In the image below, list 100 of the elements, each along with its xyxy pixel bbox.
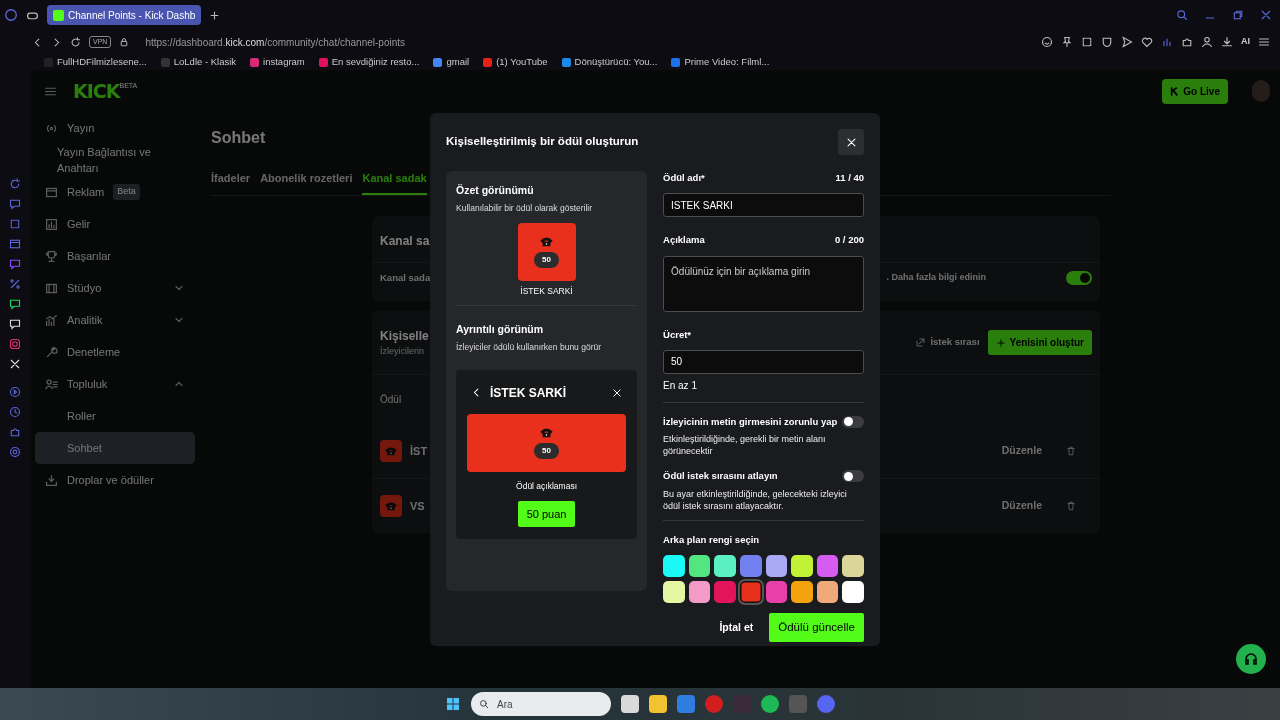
color-swatch[interactable] — [816, 555, 839, 578]
sidebar-item[interactable]: Topluluk — [35, 368, 195, 400]
favicon-icon — [318, 57, 328, 67]
smiley-icon[interactable] — [1041, 36, 1053, 48]
textarea-field[interactable]: Ödülünüz için bir açıklama girin — [663, 255, 864, 312]
address-bar[interactable]: https://dashboard.kick.com/community/chat/channel-points — [145, 34, 405, 50]
color-swatch[interactable] — [765, 555, 788, 578]
circle-logo-icon[interactable] — [4, 8, 18, 22]
color-swatch[interactable] — [842, 581, 864, 604]
color-swatch[interactable] — [663, 581, 685, 604]
logo[interactable]: KICK — [73, 76, 120, 106]
bookmark-link[interactable]: Prime Video: Filml... — [684, 54, 770, 70]
color-swatch[interactable] — [791, 581, 813, 604]
toggle-switch[interactable] — [842, 470, 864, 483]
color-swatch[interactable] — [816, 581, 839, 604]
color-swatch[interactable] — [765, 581, 788, 604]
tab[interactable]: Kanal sadak — [362, 170, 427, 195]
sidebar-item[interactable]: Yayın Bağlantısı ve Anahtarı — [35, 144, 195, 176]
sidebar-item[interactable]: Sohbet — [35, 432, 195, 464]
sidebar-item[interactable]: Yayın — [35, 112, 195, 144]
go-live-button[interactable]: Go Live — [1162, 78, 1228, 104]
tab[interactable]: Abonelik rozetleri — [260, 170, 353, 195]
clock-icon[interactable] — [9, 406, 21, 418]
sidebar-item[interactable]: Droplar ve ödüller — [35, 464, 195, 496]
color-swatch[interactable] — [791, 555, 813, 578]
color-swatch[interactable] — [663, 555, 685, 578]
sidebar-item[interactable]: Denetleme — [35, 336, 195, 368]
search-icon[interactable] — [1176, 9, 1188, 21]
favicon-icon — [250, 57, 260, 67]
telephone-icon — [540, 426, 553, 440]
color-swatch[interactable] — [688, 581, 711, 604]
edit-link[interactable]: Düzenle — [1001, 442, 1042, 459]
field-label: Açıklama — [663, 233, 705, 248]
camera-icon[interactable] — [9, 338, 21, 350]
app-icon[interactable] — [761, 695, 779, 713]
trash-icon[interactable] — [1066, 500, 1076, 511]
app-icon[interactable] — [621, 695, 639, 713]
telephone-icon — [385, 444, 397, 457]
toggle-switch[interactable] — [1066, 270, 1092, 285]
color-swatch[interactable] — [714, 581, 736, 604]
x-letter-icon[interactable] — [9, 358, 21, 370]
bookmark-link[interactable]: FullHDFilmizlesene... — [57, 54, 147, 70]
trash-icon[interactable] — [1066, 445, 1076, 456]
card-text: Kanal sada — [380, 270, 431, 285]
create-button[interactable]: Yenisini oluştur — [987, 330, 1092, 355]
person-icon[interactable] — [1201, 36, 1213, 48]
telephone-icon — [540, 235, 553, 248]
new-tab-icon[interactable] — [209, 9, 221, 21]
color-swatch[interactable] — [842, 555, 864, 578]
bookmark-link[interactable]: (1) YouTube — [496, 54, 548, 70]
percent-icon[interactable] — [9, 278, 21, 290]
bookmark-link[interactable]: gmail — [446, 54, 470, 70]
points-button[interactable]: 50 puan — [517, 500, 576, 527]
pin-icon[interactable] — [1061, 36, 1073, 48]
tab[interactable]: İfadeler — [211, 170, 251, 195]
search-field[interactable]: Ara — [471, 692, 611, 716]
chat-icon[interactable] — [9, 298, 21, 310]
toggle-switch[interactable] — [842, 415, 864, 428]
play-icon[interactable] — [9, 386, 21, 398]
windows-logo-icon[interactable] — [445, 696, 461, 712]
refresh-icon[interactable] — [9, 178, 21, 190]
color-swatch[interactable] — [739, 581, 762, 604]
sidebar-item[interactable]: Reklam Beta — [35, 176, 195, 208]
bookmark-link[interactable]: LoLdle - Klasik — [173, 54, 237, 70]
favicon-icon — [160, 57, 170, 67]
queue-link[interactable]: İstek sırası — [915, 335, 980, 350]
color-swatch[interactable] — [688, 555, 711, 578]
color-swatch[interactable] — [739, 555, 762, 578]
bookmark-link[interactable]: instagram — [263, 54, 305, 70]
send-icon[interactable] — [1121, 36, 1133, 48]
close-icon[interactable] — [612, 387, 623, 398]
input-field[interactable]: 50 — [663, 349, 864, 374]
support-button[interactable] — [1236, 644, 1266, 674]
browser-tab[interactable]: Channel Points - Kick Dashb — [47, 5, 202, 25]
cancel-button[interactable]: İptal et — [719, 619, 754, 636]
sidebar-item[interactable]: Stüdyo — [35, 272, 195, 304]
sidebar-item[interactable]: Analitik — [35, 304, 195, 336]
bookmark-link[interactable]: Dönüştürücü: You... — [574, 54, 658, 70]
restore-icon[interactable] — [1232, 9, 1244, 21]
close-button[interactable] — [838, 129, 864, 155]
download-icon[interactable] — [1221, 36, 1233, 48]
bookmark-link[interactable]: En sevdiğiniz resto... — [331, 54, 420, 70]
color-swatch[interactable] — [714, 555, 736, 578]
sidebar-item[interactable]: Roller — [35, 400, 195, 432]
reload-icon[interactable] — [70, 36, 81, 48]
app-icon[interactable] — [817, 695, 835, 713]
app-icon[interactable] — [649, 695, 667, 713]
ai-label[interactable]: AI — [1241, 35, 1250, 49]
sidebar-item[interactable]: Gelir — [35, 208, 195, 240]
app-icon[interactable] — [705, 695, 723, 713]
gear-icon[interactable] — [9, 446, 21, 458]
menu-icon[interactable] — [1258, 36, 1270, 48]
submit-button[interactable]: Ödülü güncelle — [769, 613, 864, 643]
learn-more-text[interactable]: . Daha fazla bilgi edinin — [886, 270, 986, 285]
crop-icon[interactable] — [1081, 36, 1093, 48]
sidebar-item[interactable]: Başarılar — [35, 240, 195, 272]
input-field[interactable]: İSTEK SARKİ — [663, 193, 864, 218]
edit-link[interactable]: Düzenle — [1001, 497, 1042, 514]
heart-icon[interactable] — [1141, 36, 1153, 48]
shield-icon[interactable] — [1101, 36, 1113, 48]
